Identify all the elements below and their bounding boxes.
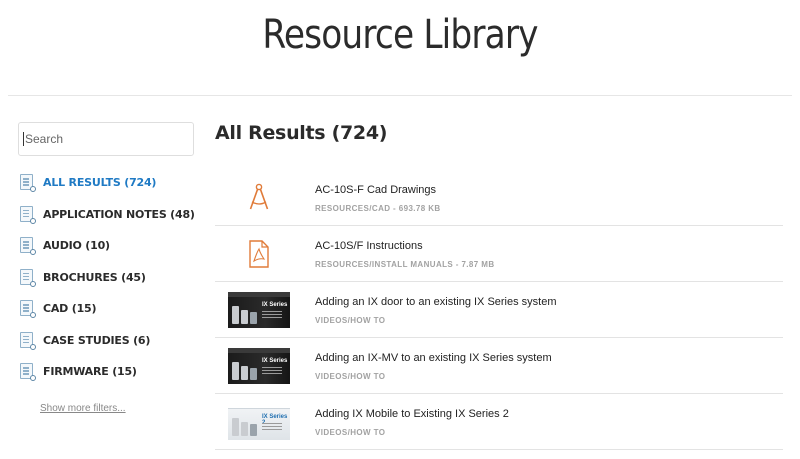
- filter-case-studies[interactable]: CASE STUDIES (6): [20, 325, 200, 357]
- result-thumbnail: IX Series: [228, 348, 290, 384]
- filter-label: BROCHURES (45): [43, 270, 146, 284]
- document-search-icon: [20, 363, 36, 382]
- result-row[interactable]: AC-10S-F Cad Drawings RESOURCES/CAD - 69…: [215, 170, 783, 226]
- filter-label: AUDIO (10): [43, 239, 110, 253]
- thumbnail-label: IX Series: [262, 302, 288, 308]
- video-thumbnail: IX Series: [228, 348, 290, 384]
- search-input[interactable]: [24, 132, 193, 146]
- result-thumbnail: [228, 180, 290, 216]
- filter-application-notes[interactable]: APPLICATION NOTES (48): [20, 199, 200, 231]
- filter-label: CAD (15): [43, 302, 97, 316]
- filter-label: FIRMWARE (15): [43, 365, 137, 379]
- result-row[interactable]: IX Series 2 Adding IX Mobile to Existing…: [215, 394, 783, 450]
- thumbnail-label: IX Series: [262, 358, 288, 364]
- result-title[interactable]: AC-10S-F Cad Drawings: [315, 184, 436, 196]
- compass-icon: [249, 183, 269, 210]
- page-title: Resource Library: [262, 12, 538, 58]
- filter-list: ALL RESULTS (724) APPLICATION NOTES (48)…: [20, 167, 200, 388]
- show-more-filters-link[interactable]: Show more filters...: [40, 403, 126, 414]
- result-row[interactable]: IX Series Adding an IX-MV to an existing…: [215, 338, 783, 394]
- document-search-icon: [20, 237, 36, 256]
- thumbnail-label: IX Series 2: [262, 414, 288, 426]
- result-row[interactable]: IX Series Adding an IX door to an existi…: [215, 282, 783, 338]
- filter-label: APPLICATION NOTES (48): [43, 207, 195, 221]
- result-title[interactable]: Adding an IX door to an existing IX Seri…: [315, 296, 557, 308]
- result-meta: VIDEOS/HOW TO: [315, 372, 386, 381]
- filter-audio[interactable]: AUDIO (10): [20, 230, 200, 262]
- pdf-icon: [249, 240, 269, 268]
- filter-label: ALL RESULTS (724): [43, 176, 157, 190]
- document-search-icon: [20, 174, 36, 193]
- results-list: AC-10S-F Cad Drawings RESOURCES/CAD - 69…: [215, 170, 783, 450]
- text-caret: [23, 132, 24, 146]
- result-meta: RESOURCES/INSTALL MANUALS - 7.87 MB: [315, 260, 495, 269]
- result-thumbnail: IX Series: [228, 292, 290, 328]
- filter-label: CASE STUDIES (6): [43, 333, 151, 347]
- result-title[interactable]: Adding IX Mobile to Existing IX Series 2: [315, 408, 509, 420]
- filter-firmware[interactable]: FIRMWARE (15): [20, 356, 200, 388]
- header-divider: [8, 95, 792, 96]
- result-meta: VIDEOS/HOW TO: [315, 428, 386, 437]
- video-thumbnail: IX Series: [228, 292, 290, 328]
- document-search-icon: [20, 300, 36, 319]
- result-meta: RESOURCES/CAD - 693.78 KB: [315, 204, 441, 213]
- video-thumbnail: IX Series 2: [228, 404, 290, 440]
- results-heading: All Results (724): [215, 122, 388, 144]
- filter-brochures[interactable]: BROCHURES (45): [20, 262, 200, 294]
- document-search-icon: [20, 268, 36, 287]
- document-search-icon: [20, 331, 36, 350]
- result-meta: VIDEOS/HOW TO: [315, 316, 386, 325]
- result-row[interactable]: AC-10S/F Instructions RESOURCES/INSTALL …: [215, 226, 783, 282]
- result-title[interactable]: AC-10S/F Instructions: [315, 240, 423, 252]
- filter-all-results[interactable]: ALL RESULTS (724): [20, 167, 200, 199]
- filter-cad[interactable]: CAD (15): [20, 293, 200, 325]
- result-title[interactable]: Adding an IX-MV to an existing IX Series…: [315, 352, 552, 364]
- search-box[interactable]: [18, 122, 194, 156]
- result-thumbnail: [228, 236, 290, 272]
- document-search-icon: [20, 205, 36, 224]
- result-thumbnail: IX Series 2: [228, 404, 290, 440]
